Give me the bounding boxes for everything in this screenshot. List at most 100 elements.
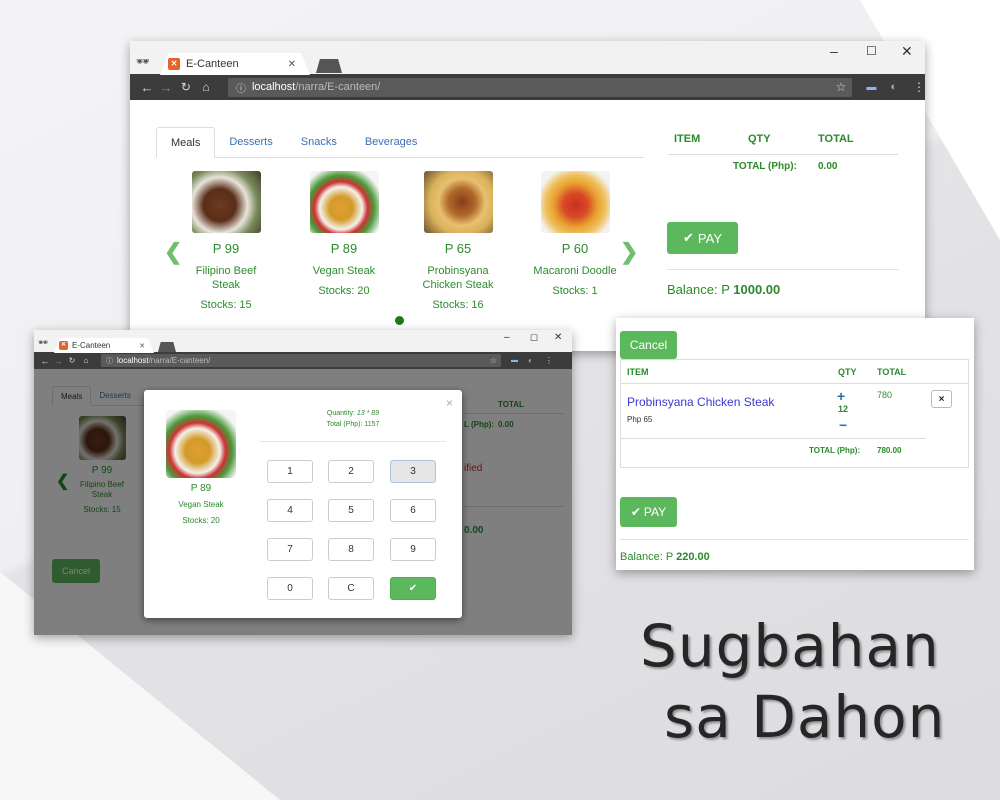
pay-label: PAY	[697, 230, 722, 246]
url-field[interactable]: ⓘ localhost /narra/E-canteen/ ☆	[227, 77, 853, 97]
menu-icon[interactable]: ⋮	[545, 356, 553, 365]
modal-browser-window: 🕶 ✕ E-Canteen ✕ – ☐ ✕ ← → ↻ ⌂ ⓘ localhos…	[34, 330, 572, 635]
extension-icon-2[interactable]: ◐	[528, 356, 533, 365]
keypad-key-8[interactable]: 8	[328, 538, 374, 561]
minimize-icon[interactable]: –	[830, 43, 838, 59]
tab-close-icon[interactable]: ✕	[139, 342, 145, 350]
decrease-qty-icon[interactable]: −	[839, 417, 847, 433]
title-line-1: Sugbahan	[640, 612, 940, 680]
modal-quantity: Quantity: 13 * 89	[260, 410, 446, 417]
col-qty: QTY	[748, 133, 771, 145]
maximize-icon[interactable]: ☐	[866, 44, 877, 58]
reload-icon[interactable]: ↻	[65, 356, 79, 365]
divider	[260, 441, 446, 442]
total-value: 780.00	[877, 446, 902, 455]
forward-icon[interactable]: →	[156, 80, 176, 95]
divider	[620, 539, 969, 540]
back-icon[interactable]: ←	[39, 356, 51, 366]
divider	[621, 438, 926, 439]
new-tab-button[interactable]	[158, 342, 176, 352]
modal-food-price: P 89	[190, 483, 212, 494]
tab-title: E-Canteen	[186, 58, 239, 70]
incognito-icon: 🕶	[38, 338, 49, 347]
keypad-key-5[interactable]: 5	[328, 499, 374, 522]
address-bar: ← → ↻ ⌂ ⓘ localhost /narra/E-canteen/ ☆ …	[34, 352, 572, 369]
title-line-2: sa Dahon	[664, 683, 946, 751]
keypad-key-1[interactable]: 1	[267, 460, 313, 483]
food-item[interactable]: P 65 Probinsyana Chicken Steak Stocks: 1…	[416, 171, 500, 311]
food-image	[540, 171, 610, 233]
balance-label: Balance: P	[667, 282, 730, 297]
cart-table: ITEM QTY TOTAL Probinsyana Chicken Steak…	[620, 359, 969, 468]
url-field[interactable]: ⓘ localhost /narra/E-canteen/ ☆	[101, 354, 501, 367]
cart-panel: Cancel ITEM QTY TOTAL Probinsyana Chicke…	[616, 318, 974, 570]
url-host: localhost	[117, 356, 149, 365]
bookmark-star-icon[interactable]: ☆	[836, 80, 847, 94]
cart-item-name: Probinsyana Chicken Steak	[627, 395, 775, 409]
url-path: /narra/E-canteen/	[148, 356, 211, 365]
keypad-key-6[interactable]: 6	[390, 499, 436, 522]
food-name: Filipino Beef Steak	[195, 265, 257, 291]
extension-icon[interactable]: ▬	[511, 357, 518, 364]
home-icon[interactable]: ⌂	[79, 356, 93, 365]
tab-title: E-Canteen	[72, 341, 111, 350]
col-total: TOTAL	[818, 133, 854, 145]
food-name: Macaroni Doodle	[533, 265, 617, 277]
close-icon[interactable]: ✕	[554, 332, 562, 343]
carousel-prev-icon[interactable]: ❮	[164, 239, 182, 265]
bookmark-star-icon[interactable]: ☆	[490, 356, 497, 365]
tab-meals[interactable]: Meals	[156, 127, 216, 158]
food-item[interactable]: P 89 Vegan Steak Stocks: 20	[302, 171, 386, 297]
cart-item-qty: 12	[838, 404, 849, 414]
keypad-key-9[interactable]: 9	[390, 538, 436, 561]
extension-icon[interactable]: ▬	[866, 82, 876, 93]
balance: Balance: P 1000.00	[667, 282, 780, 297]
check-icon: ✔	[630, 505, 641, 519]
favicon-icon: ✕	[59, 341, 68, 350]
food-image	[423, 171, 493, 233]
pay-button[interactable]: ✔ PAY	[667, 222, 738, 254]
browser-tab[interactable]: ✕ E-Canteen ✕	[160, 53, 310, 75]
food-item[interactable]: P 60 Macaroni Doodle Stocks: 1	[530, 171, 620, 297]
food-name: Vegan Steak	[312, 265, 376, 277]
keypad-key-3[interactable]: 3	[390, 460, 436, 483]
back-icon[interactable]: ←	[138, 80, 156, 95]
pay-button[interactable]: ✔ PAY	[620, 497, 677, 527]
carousel-indicator[interactable]	[395, 316, 404, 325]
close-icon[interactable]: ✕	[901, 43, 913, 60]
keypad-key-0[interactable]: 0	[267, 577, 313, 600]
tab-snacks[interactable]: Snacks	[287, 127, 351, 157]
food-price: P 89	[330, 241, 358, 256]
tab-beverages[interactable]: Beverages	[351, 127, 432, 157]
reload-icon[interactable]: ↻	[176, 80, 196, 94]
tab-desserts[interactable]: Desserts	[215, 127, 286, 157]
forward-icon[interactable]: →	[51, 356, 65, 366]
total-label: TOTAL (Php):	[733, 161, 797, 172]
incognito-icon: 🕶	[136, 56, 150, 68]
increase-qty-icon[interactable]: +	[837, 388, 845, 404]
minimize-icon[interactable]: –	[504, 332, 510, 343]
food-stock: Stocks: 15	[200, 299, 252, 311]
info-icon: ⓘ	[106, 357, 113, 365]
modal-close-icon[interactable]: ×	[446, 396, 453, 410]
tab-close-icon[interactable]: ✕	[288, 59, 296, 70]
modal-total: Total (Php): 1157	[260, 421, 446, 428]
food-item[interactable]: P 99 Filipino Beef Steak Stocks: 15	[184, 171, 268, 311]
modal-total-value: 1157	[364, 421, 380, 428]
browser-tab[interactable]: ✕ E-Canteen ✕	[54, 338, 154, 353]
keypad-key-7[interactable]: 7	[267, 538, 313, 561]
menu-icon[interactable]: ⋮	[913, 80, 925, 94]
home-icon[interactable]: ⌂	[196, 80, 216, 94]
cancel-button[interactable]: Cancel	[620, 331, 677, 359]
extension-icon-2[interactable]: ◐	[890, 81, 897, 93]
new-tab-button[interactable]	[316, 59, 342, 73]
divider	[667, 269, 899, 270]
keypad-key-4[interactable]: 4	[267, 499, 313, 522]
keypad-confirm-button[interactable]: ✔	[390, 577, 436, 600]
keypad-clear-button[interactable]: C	[328, 577, 374, 600]
carousel-next-icon[interactable]: ❯	[620, 239, 638, 265]
keypad-key-2[interactable]: 2	[328, 460, 374, 483]
order-table-header: ITEM QTY TOTAL	[668, 133, 898, 155]
maximize-icon[interactable]: ☐	[530, 333, 538, 344]
remove-item-button[interactable]: ×	[931, 390, 952, 408]
